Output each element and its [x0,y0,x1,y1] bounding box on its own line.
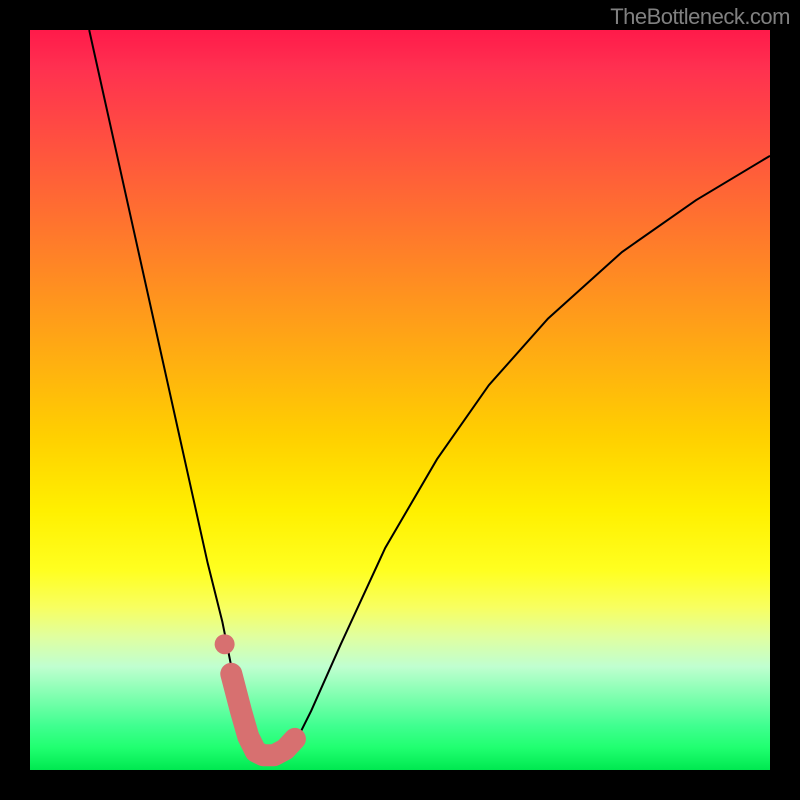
watermark-text: TheBottleneck.com [610,4,790,30]
curve-layer [30,30,770,770]
chart-area [30,30,770,770]
highlight-dot [215,634,235,654]
highlight-segment [231,674,295,755]
bottleneck-curve [89,30,770,763]
